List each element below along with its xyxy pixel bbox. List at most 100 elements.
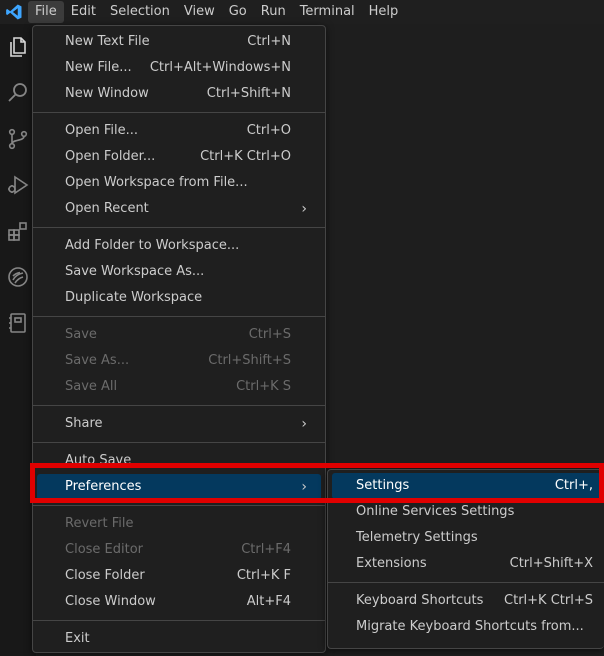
activity-bar [0,24,36,656]
menu-item-label: Share [65,416,103,431]
menu-item-label: Open File... [65,123,139,138]
menu-item-label: Revert File [65,516,134,531]
menu-item-revert-file: Revert File [37,511,321,537]
menu-item-open-file[interactable]: Open File... Ctrl+O [37,118,321,144]
menu-item-shortcut: Ctrl+Alt+Windows+N [149,60,291,75]
menu-item-shortcut: Ctrl+Shift+N [206,86,291,101]
menu-item-save-as: Save As... Ctrl+Shift+S [37,348,321,374]
menu-item-shortcut: Ctrl+K Ctrl+S [504,593,593,608]
menu-item-label: New Text File [65,34,150,49]
run-debug-icon[interactable] [0,162,36,208]
menu-item-label: Duplicate Workspace [65,290,203,305]
explorer-icon[interactable] [0,24,36,70]
file-menu: New Text File Ctrl+N New File... Ctrl+Alt+W… [32,25,326,653]
menu-separator [33,505,325,506]
menu-item-label: Open Workspace from File... [65,175,248,190]
menu-item-label: Telemetry Settings [356,530,478,545]
menu-item-label: Save As... [65,353,130,368]
menu-item-new-file[interactable]: New File... Ctrl+Alt+Windows+N [37,55,321,81]
menu-bar: File Edit Selection View Go Run Terminal Help [28,0,405,24]
menu-item-label: Open Recent [65,201,149,216]
menu-item-shortcut: Ctrl+Shift+X [509,556,593,571]
menu-item-label: New Window [65,86,149,101]
chevron-right-icon: › [301,416,307,432]
menu-item-label: Save [65,327,97,342]
menu-item-save-all: Save All Ctrl+K S [37,374,321,400]
preferences-submenu: Settings Ctrl+, Online Services Settings Te… [327,469,604,649]
menu-item-label: Extensions [356,556,427,571]
menu-item-shortcut: Ctrl+S [248,327,291,342]
pref-item-extensions[interactable]: Extensions Ctrl+Shift+X [332,551,601,577]
pref-item-settings[interactable]: Settings Ctrl+, [332,473,601,499]
menu-item-label: Online Services Settings [356,504,515,519]
menu-item-label: Save Workspace As... [65,264,205,279]
menubar-go[interactable]: Go [222,1,254,23]
menu-item-open-workspace-from-file[interactable]: Open Workspace from File... [37,170,321,196]
menu-separator [33,316,325,317]
menu-item-preferences[interactable]: Preferences › [37,474,321,500]
menu-item-shortcut: Ctrl+K S [236,379,291,394]
menu-item-label: New File... [65,60,132,75]
menu-item-close-editor: Close Editor Ctrl+F4 [37,537,321,563]
menubar-edit[interactable]: Edit [64,1,103,23]
menu-item-shortcut: Ctrl+F4 [241,542,291,557]
menubar-help[interactable]: Help [362,1,406,23]
menu-separator [33,620,325,621]
menu-item-label: Add Folder to Workspace... [65,238,240,253]
menu-item-shortcut: Ctrl+K F [236,568,291,583]
menu-separator [33,442,325,443]
menubar-terminal[interactable]: Terminal [293,1,362,23]
source-control-icon[interactable] [0,116,36,162]
menu-item-shortcut: Ctrl+O [246,123,291,138]
menu-item-label: Save All [65,379,118,394]
menu-item-shortcut: Alt+F4 [246,594,291,609]
search-icon[interactable] [0,70,36,116]
menu-item-label: Settings [356,478,410,493]
pref-item-migrate-keyboard-shortcuts-from[interactable]: Migrate Keyboard Shortcuts from... [332,614,601,640]
menu-item-label: Close Editor [65,542,144,557]
menubar-selection[interactable]: Selection [103,1,177,23]
menu-separator [328,582,604,583]
menu-item-new-window[interactable]: New Window Ctrl+Shift+N [37,81,321,107]
menu-item-shortcut: Ctrl+, [554,478,593,493]
title-bar: File Edit Selection View Go Run Terminal Help [0,0,604,24]
menu-item-auto-save[interactable]: Auto Save [37,448,321,474]
menubar-view[interactable]: View [177,1,222,23]
menu-item-shortcut: Ctrl+N [247,34,291,49]
chevron-right-icon: › [301,201,307,217]
menu-item-open-folder[interactable]: Open Folder... Ctrl+K Ctrl+O [37,144,321,170]
menu-separator [33,405,325,406]
menu-item-share[interactable]: Share › [37,411,321,437]
menubar-file[interactable]: File [28,1,64,23]
notebook-icon[interactable] [0,300,36,346]
menu-item-label: Open Folder... [65,149,156,164]
menu-item-new-text-file[interactable]: New Text File Ctrl+N [37,29,321,55]
menu-item-label: Exit [65,631,90,646]
pref-item-keyboard-shortcuts[interactable]: Keyboard Shortcuts Ctrl+K Ctrl+S [332,588,601,614]
pref-item-telemetry-settings[interactable]: Telemetry Settings [332,525,601,551]
extensions-icon[interactable] [0,208,36,254]
remote-icon[interactable] [0,254,36,300]
menu-item-label: Migrate Keyboard Shortcuts from... [356,619,584,634]
pref-item-online-services-settings[interactable]: Online Services Settings [332,499,601,525]
menu-item-close-window[interactable]: Close Window Alt+F4 [37,589,321,615]
menubar-run[interactable]: Run [254,1,293,23]
menu-item-exit[interactable]: Exit [37,626,321,652]
menu-item-shortcut: Ctrl+Shift+S [208,353,291,368]
chevron-right-icon: › [301,479,307,495]
menu-separator [33,112,325,113]
menu-item-add-folder-to-workspace[interactable]: Add Folder to Workspace... [37,233,321,259]
menu-item-duplicate-workspace[interactable]: Duplicate Workspace [37,285,321,311]
menu-item-shortcut: Ctrl+K Ctrl+O [200,149,291,164]
menu-item-close-folder[interactable]: Close Folder Ctrl+K F [37,563,321,589]
vscode-logo-icon [0,0,28,24]
menu-item-label: Close Folder [65,568,145,583]
menu-separator [33,227,325,228]
menu-item-label: Keyboard Shortcuts [356,593,484,608]
menu-item-label: Preferences [65,479,142,494]
menu-item-label: Close Window [65,594,156,609]
menu-item-save-workspace-as[interactable]: Save Workspace As... [37,259,321,285]
menu-item-save: Save Ctrl+S [37,322,321,348]
menu-item-open-recent[interactable]: Open Recent › [37,196,321,222]
menu-item-label: Auto Save [65,453,132,468]
